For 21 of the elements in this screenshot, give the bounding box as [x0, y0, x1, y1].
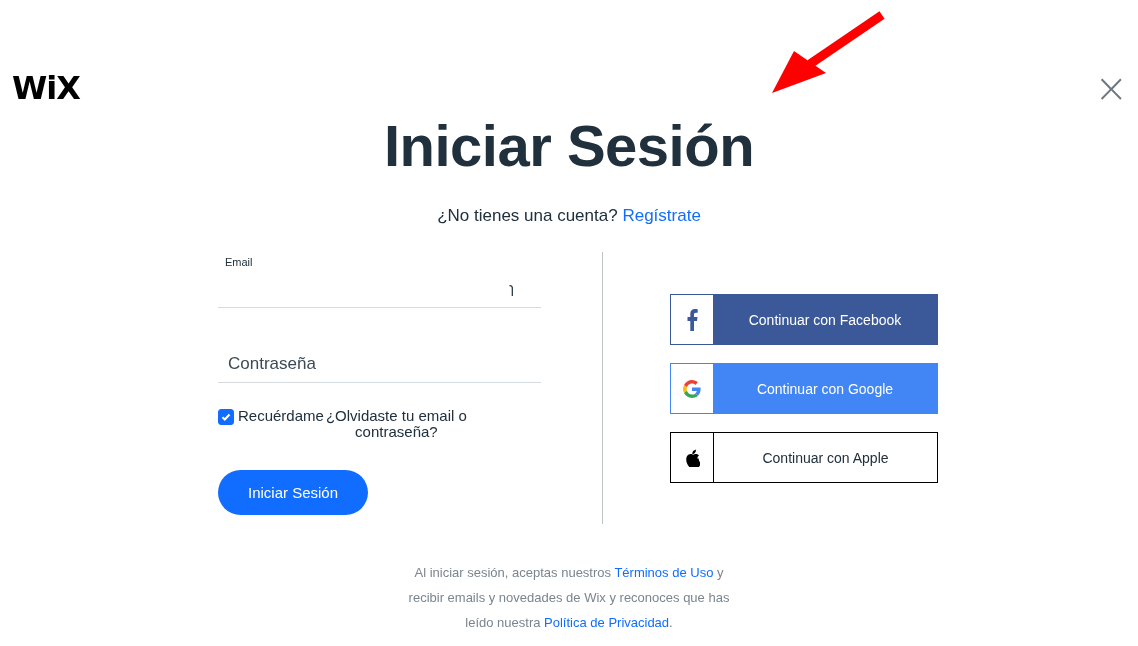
- signup-prompt: ¿No tienes una cuenta?: [437, 206, 618, 225]
- email-label: Email: [225, 256, 254, 268]
- email-field[interactable]: ɿ: [218, 268, 541, 307]
- page-title: Iniciar Sesión: [382, 112, 756, 180]
- login-button[interactable]: Iniciar Sesión: [218, 470, 368, 515]
- password-field[interactable]: Contraseña: [218, 346, 541, 382]
- remember-label: Recuérdame: [238, 408, 324, 424]
- terms-text: Al iniciar sesión, aceptas nuestros Términos de Uso y recibir emails y novedades de Wix y reconoces que has leído nuestra Política de Privacidad.: [407, 564, 731, 632]
- apple-login-button[interactable]: Continuar con Apple: [670, 432, 938, 483]
- google-icon: [683, 379, 701, 398]
- checkbox[interactable]: [218, 409, 234, 425]
- wix-logo: WiX: [12, 72, 80, 104]
- policy-link[interactable]: Política de Privacidad: [544, 615, 670, 630]
- signup-link[interactable]: Regístrate: [622, 206, 701, 225]
- facebook-icon: [686, 308, 698, 331]
- close-button[interactable]: ×: [1094, 68, 1128, 108]
- apple-icon: [684, 448, 700, 467]
- policy-link[interactable]: Términos de Uso: [614, 565, 714, 580]
- forgot-link[interactable]: ¿Olvidaste tu email o contraseña?: [323, 408, 469, 440]
- facebook-login-button[interactable]: Continuar con Facebook: [670, 294, 938, 345]
- google-login-button[interactable]: Continuar con Google: [670, 363, 938, 414]
